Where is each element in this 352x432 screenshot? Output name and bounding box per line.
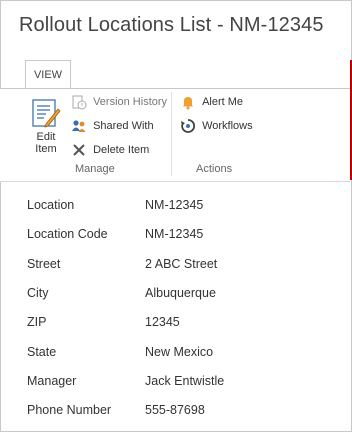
field-value: NM-12345 <box>145 198 204 212</box>
version-history-icon <box>72 95 87 110</box>
field-label: Phone Number <box>27 403 112 418</box>
workflows-button[interactable]: Workflows <box>180 118 253 134</box>
tab-view[interactable]: VIEW <box>25 60 71 88</box>
version-history-label: Version History <box>93 96 168 108</box>
shared-with-button[interactable]: Shared With <box>71 118 154 134</box>
field-value: 12345 <box>145 315 180 330</box>
shared-with-icon <box>72 120 86 132</box>
manage-group-label: Manage <box>75 163 115 175</box>
ribbon-group-divider <box>171 92 172 176</box>
field-value: Albuquerque <box>145 285 216 300</box>
edit-item-label-line2: Item <box>35 143 57 155</box>
field-value: 555-87698 <box>145 403 205 418</box>
field-value: Jack Entwistle <box>145 373 225 388</box>
edit-item-icon <box>31 97 61 129</box>
alert-me-button[interactable]: Alert Me <box>180 94 243 110</box>
workflows-label: Workflows <box>202 120 253 132</box>
field-label: ZIP <box>27 315 47 330</box>
workflows-icon <box>181 119 196 133</box>
edit-item-button[interactable]: Edit Item <box>30 97 62 155</box>
edit-item-label-line1: Edit <box>36 131 56 143</box>
bell-icon <box>183 97 193 110</box>
field-label: State <box>27 344 57 359</box>
shared-with-label: Shared With <box>93 120 154 132</box>
delete-item-label: Delete Item <box>93 144 150 156</box>
field-value: NM-12345 <box>145 227 204 242</box>
alert-me-label: Alert Me <box>202 96 244 108</box>
version-history-button[interactable]: Version History <box>71 94 167 110</box>
field-label: Street <box>27 256 61 271</box>
actions-group-label: Actions <box>196 163 233 175</box>
field-label: City <box>27 285 49 300</box>
field-value: New Mexico <box>145 344 214 359</box>
field-label: Location Code <box>27 227 108 242</box>
field-value: 2 ABC Street <box>145 256 218 271</box>
delete-x-icon <box>73 144 85 156</box>
page-title: Rollout Locations List - NM-12345 <box>19 14 324 36</box>
delete-item-button[interactable]: Delete Item <box>71 142 149 158</box>
field-label: Manager <box>27 373 77 388</box>
field-label: Location <box>27 198 75 212</box>
